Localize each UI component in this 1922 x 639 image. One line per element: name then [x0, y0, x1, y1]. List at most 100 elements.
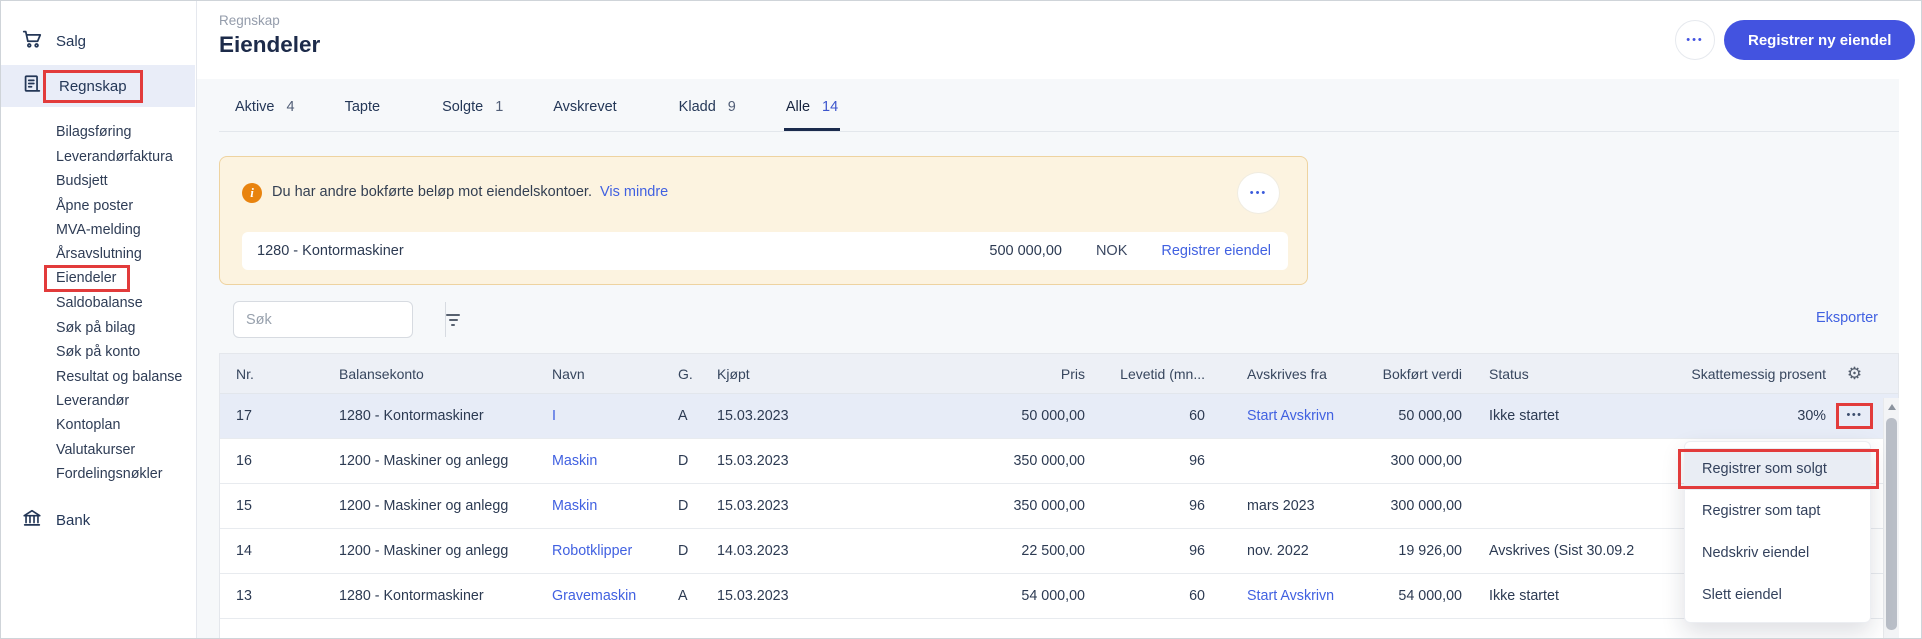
tab-count-badge: 4 — [287, 99, 295, 115]
menu-item-nedskriv-eiendel[interactable]: Nedskriv eiendel — [1685, 532, 1870, 574]
start-depreciation-link[interactable]: Start Avskrivn — [1247, 408, 1334, 424]
cell-kjopt: 14.03.2023 — [717, 543, 867, 559]
search-input[interactable] — [234, 302, 445, 337]
register-new-asset-button[interactable]: Registrer ny eiendel — [1724, 20, 1915, 60]
tab-label: Solgte — [442, 99, 483, 115]
cell-g: D — [678, 543, 717, 559]
gear-icon[interactable]: ⚙ — [1847, 364, 1862, 383]
sidebar-subitem-s-k-p-bilag[interactable]: Søk på bilag — [56, 316, 182, 340]
sidebar-subitem-leverand-rfaktura[interactable]: Leverandørfaktura — [56, 144, 182, 168]
show-less-link[interactable]: Vis mindre — [600, 184, 668, 200]
scrollbar-thumb[interactable] — [1886, 418, 1897, 630]
sidebar-subitem-fordelingsn-kler[interactable]: Fordelingsnøkler — [56, 462, 182, 486]
asset-name-link[interactable]: I — [552, 408, 556, 424]
cell-pris: 350 000,00 — [867, 498, 1085, 514]
account-label: 1280 - Kontormaskiner — [257, 243, 989, 259]
column-header: Pris — [867, 366, 1085, 382]
row-actions-button[interactable]: ••• — [1836, 403, 1872, 428]
table-scrollbar[interactable] — [1883, 398, 1899, 638]
main-area: Regnskap Eiendeler ••• Registrer ny eien… — [197, 1, 1921, 638]
ellipsis-icon: ••• — [1250, 187, 1268, 199]
filter-button[interactable] — [445, 302, 460, 337]
sidebar-subitem--pne-poster[interactable]: Åpne poster — [56, 193, 182, 217]
tab-label: Aktive — [235, 99, 275, 115]
cell-pris: 54 000,00 — [867, 588, 1085, 604]
sidebar-item-salg[interactable]: Salg — [1, 23, 195, 59]
filter-lines-icon — [446, 314, 460, 326]
cell-levetid: 96 — [1085, 453, 1220, 469]
column-header: Balansekonto — [339, 366, 552, 382]
ellipsis-icon: ••• — [1686, 34, 1704, 46]
cell-levetid: 96 — [1085, 543, 1220, 559]
sidebar-subitem-saldobalanse[interactable]: Saldobalanse — [56, 291, 182, 315]
cell-status: Ikke startet — [1462, 408, 1652, 424]
cell-g: A — [678, 408, 717, 424]
sidebar-subitem-s-k-p-konto[interactable]: Søk på konto — [56, 340, 182, 364]
sidebar-subitem-label: Leverandør — [56, 393, 129, 409]
sidebar-subitem-budsjett[interactable]: Budsjett — [56, 169, 182, 193]
banner-more-actions-button[interactable]: ••• — [1237, 172, 1280, 214]
cell-g: D — [678, 498, 717, 514]
table-row[interactable]: 16 1200 - Maskiner og anlegg Maskin D 15… — [220, 439, 1898, 484]
menu-item-slett-eiendel[interactable]: Slett eiendel — [1685, 574, 1870, 616]
sidebar-item-label: Salg — [56, 33, 86, 50]
sidebar-item-regnskap[interactable]: Regnskap — [1, 65, 195, 107]
cell-status: Avskrives (Sist 30.09.2 — [1462, 543, 1652, 559]
sidebar-subitem-label: Søk på bilag — [56, 320, 135, 336]
warning-banner: i Du har andre bokførte beløp mot eiende… — [219, 156, 1308, 285]
tab-solgte[interactable]: Solgte 1 — [440, 86, 505, 131]
menu-item-registrer-som-tapt[interactable]: Registrer som tapt — [1685, 490, 1870, 532]
cell-balansekonto: 1200 - Maskiner og anlegg — [339, 498, 552, 514]
sidebar-subitem-kontoplan[interactable]: Kontoplan — [56, 413, 182, 437]
tab-tapte[interactable]: Tapte — [343, 86, 394, 131]
asset-name-link[interactable]: Robotklipper — [552, 543, 632, 559]
tab-aktive[interactable]: Aktive 4 — [233, 86, 297, 131]
sidebar-subitem-mva-melding[interactable]: MVA-melding — [56, 218, 182, 242]
sidebar-subitem-resultat-og-balanse[interactable]: Resultat og balanse — [56, 364, 182, 388]
cell-levetid: 60 — [1085, 588, 1220, 604]
asset-name-link[interactable]: Gravemaskin — [552, 588, 636, 604]
page-more-actions-button[interactable]: ••• — [1675, 20, 1715, 60]
context-menu-item-label: Registrer som tapt — [1702, 503, 1820, 519]
tab-count-badge: 9 — [728, 99, 736, 115]
sidebar-subitem-bilagsf-ring[interactable]: Bilagsføring — [56, 120, 182, 144]
cell-pris: 22 500,00 — [867, 543, 1085, 559]
cell-levetid: 60 — [1085, 408, 1220, 424]
table-row[interactable]: 14 1200 - Maskiner og anlegg Robotklippe… — [220, 529, 1898, 574]
table-row[interactable]: 15 1200 - Maskiner og anlegg Maskin D 15… — [220, 484, 1898, 529]
menu-item-registrer-som-solgt[interactable]: Registrer som solgt — [1685, 448, 1870, 490]
sidebar-subitem--rsavslutning[interactable]: Årsavslutning — [56, 242, 182, 266]
breadcrumb[interactable]: Regnskap — [219, 13, 280, 28]
sidebar-subitem-leverand-r[interactable]: Leverandør — [56, 389, 182, 413]
sidebar-subitem-eiendeler[interactable]: Eiendeler — [56, 267, 182, 291]
tab-kladd[interactable]: Kladd 9 — [677, 86, 738, 131]
sidebar-item-bank[interactable]: Bank — [1, 500, 195, 540]
cell-nr: 16 — [220, 453, 339, 469]
column-header: Kjøpt — [717, 366, 867, 382]
context-menu-item-label: Registrer som solgt — [1702, 461, 1827, 477]
column-header: Status — [1462, 366, 1652, 382]
sidebar-subitem-label: Saldobalanse — [56, 295, 143, 311]
cell-balansekonto: 1280 - Kontormaskiner — [339, 408, 552, 424]
column-header: Navn — [552, 366, 678, 382]
export-link[interactable]: Eksporter — [1787, 310, 1878, 326]
start-depreciation-link[interactable]: Start Avskrivn — [1247, 588, 1334, 604]
table-row[interactable]: 13 1280 - Kontormaskiner Gravemaskin A 1… — [220, 574, 1898, 619]
account-amount: 500 000,00 — [989, 243, 1062, 259]
search-box — [233, 301, 413, 338]
tab-avskrevet[interactable]: Avskrevet — [551, 86, 630, 131]
register-asset-link[interactable]: Registrer eiendel — [1161, 243, 1271, 259]
triangle-up-icon[interactable] — [1888, 404, 1896, 410]
asset-name-link[interactable]: Maskin — [552, 453, 597, 469]
tab-alle[interactable]: Alle 14 — [784, 86, 840, 131]
cell-bokfort-verdi: 50 000,00 — [1372, 408, 1462, 424]
cell-nr: 13 — [220, 588, 339, 604]
tab-count-badge: 14 — [822, 99, 838, 115]
table-row[interactable]: 17 1280 - Kontormaskiner I A 15.03.2023 … — [220, 394, 1898, 439]
ellipsis-icon: ••• — [1846, 409, 1862, 421]
table-header-row: Nr.BalansekontoNavnG.KjøptPrisLevetid (m… — [220, 354, 1898, 394]
column-header: Avskrives fra — [1220, 366, 1372, 382]
sidebar-subitem-valutakurser[interactable]: Valutakurser — [56, 438, 182, 462]
banner-message: Du har andre bokførte beløp mot eiendels… — [272, 184, 668, 200]
asset-name-link[interactable]: Maskin — [552, 498, 597, 514]
